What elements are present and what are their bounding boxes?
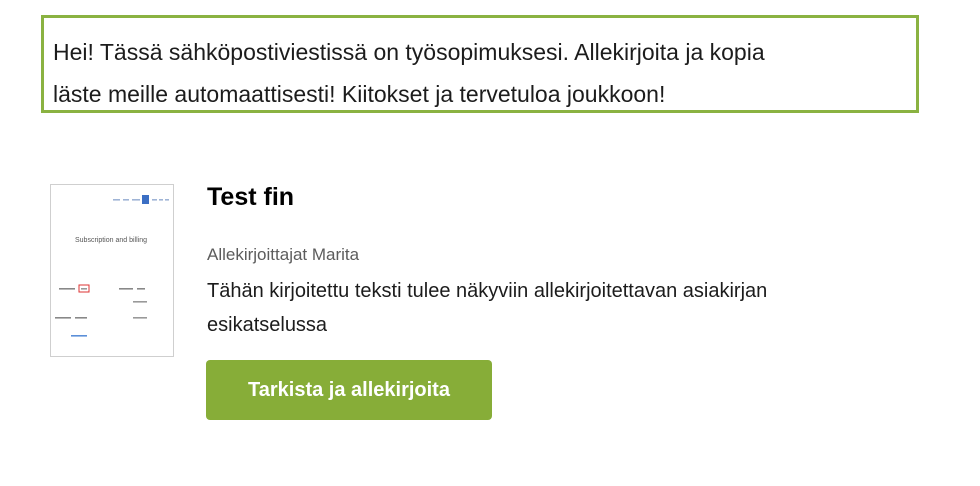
review-and-sign-button[interactable]: Tarkista ja allekirjoita [206, 360, 492, 420]
document-thumbnail[interactable]: Subscription and billing [50, 184, 174, 357]
welcome-message-line-2: läste meille automaattisesti! Kiitokset … [53, 81, 666, 107]
welcome-message: Hei! Tässä sähköpostiviestissä on työsop… [53, 31, 906, 115]
preview-form-rows [55, 284, 90, 337]
preview-right-rows [119, 288, 147, 319]
document-preview-image: Subscription and billing [55, 195, 169, 337]
signers-label: Allekirjoittajat Marita [207, 245, 360, 264]
document-description: Tähän kirjoitettu teksti tulee näkyviin … [207, 280, 768, 336]
welcome-message-box: Hei! Tässä sähköpostiviestissä on työsop… [41, 15, 919, 113]
preview-heading: Subscription and billing [75, 237, 147, 244]
preview-nav-links [113, 195, 169, 204]
document-title: Test fin [207, 183, 295, 211]
welcome-message-line-1: Hei! Tässä sähköpostiviestissä on työsop… [53, 39, 765, 65]
